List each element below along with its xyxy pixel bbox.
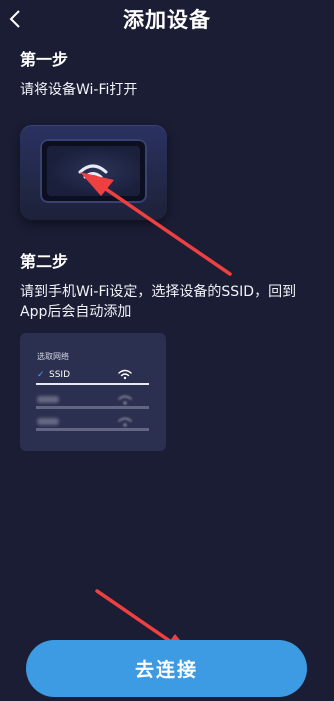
wifi-row-blurred bbox=[36, 415, 150, 431]
step2-title: 第二步 bbox=[20, 252, 69, 271]
wifi-row-blurred bbox=[36, 393, 150, 409]
step2-description-line2: App后会自动添加 bbox=[20, 304, 132, 320]
add-device-page: 添加设备 第一步 请将设备Wi-Fi打开 第二步 请到手机Wi-Fi设定，选择设… bbox=[0, 0, 334, 701]
connect-button[interactable]: 去连接 bbox=[26, 640, 307, 697]
wifi-signal-icon bbox=[118, 369, 132, 380]
step2-description-line1: 请到手机Wi-Fi设定，选择设备的SSID，回到 bbox=[20, 284, 297, 300]
wifi-icon bbox=[78, 164, 108, 185]
router-screen bbox=[40, 139, 147, 203]
step1-description: 请将设备Wi-Fi打开 bbox=[20, 82, 138, 98]
page-title: 添加设备 bbox=[123, 8, 211, 32]
wifi-signal-icon bbox=[118, 417, 132, 427]
step1-title: 第一步 bbox=[20, 50, 69, 69]
router-illustration bbox=[20, 125, 167, 220]
wifi-row-selected: ✓ SSID bbox=[36, 369, 150, 385]
check-icon: ✓ bbox=[37, 370, 45, 380]
wifi-list-illustration: 选取网络 ✓ SSID bbox=[20, 333, 166, 451]
selected-ssid: SSID bbox=[49, 370, 71, 380]
wifi-signal-icon bbox=[118, 395, 132, 405]
wifi-list-title: 选取网络 bbox=[37, 352, 69, 361]
